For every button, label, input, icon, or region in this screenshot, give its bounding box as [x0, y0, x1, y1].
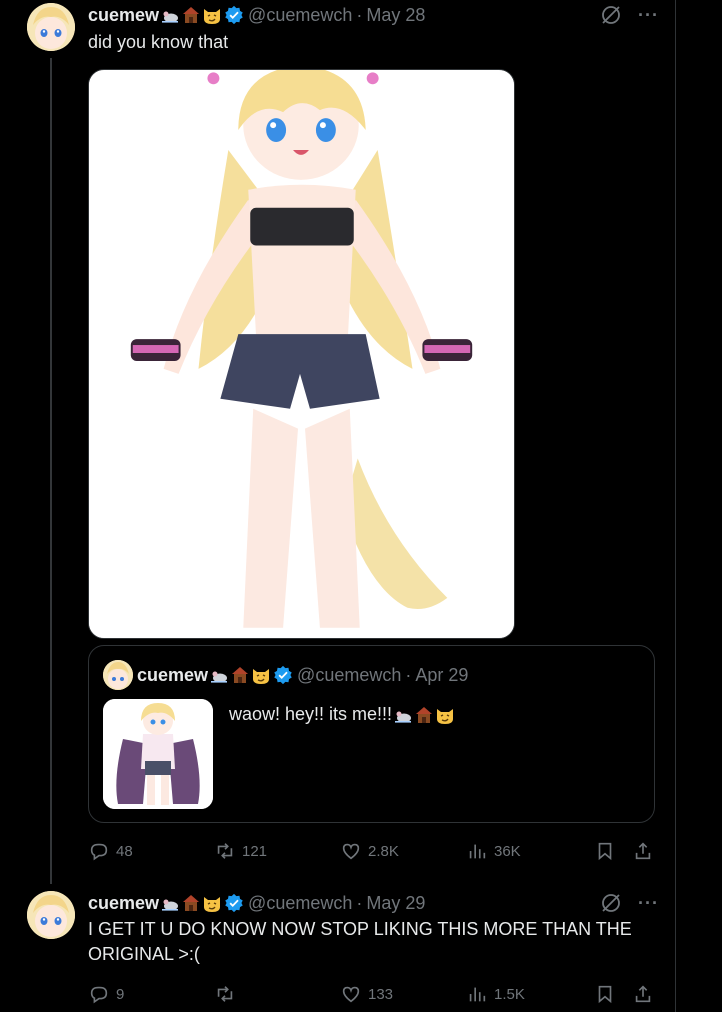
- handle[interactable]: @cuemewch: [248, 893, 352, 914]
- tweet-action-bar: 48 121 2.8K 36K: [88, 838, 658, 864]
- display-name[interactable]: cuemew: [88, 893, 159, 914]
- repost-icon: [217, 843, 233, 859]
- tweet-text: did you know that: [88, 32, 229, 52]
- tweet-top-actions: ···: [600, 892, 659, 914]
- tweet-action-bar: 9 133 1.5K: [88, 981, 658, 1007]
- house-emoji-icon: [181, 893, 201, 913]
- like-button[interactable]: 133: [340, 981, 393, 1007]
- tweet-date[interactable]: May 29: [366, 893, 425, 914]
- views-chart-icon: [469, 844, 486, 859]
- repost-button[interactable]: [214, 981, 242, 1007]
- repost-button[interactable]: 121: [214, 838, 267, 864]
- house-emoji-icon: [414, 705, 434, 725]
- smirk-cat-emoji-icon: [435, 705, 455, 725]
- more-options-icon[interactable]: ···: [638, 5, 659, 26]
- grok-icon[interactable]: [600, 892, 622, 914]
- reply-icon: [90, 843, 108, 861]
- quoted-display-name: cuemew: [137, 664, 209, 685]
- tweet-date[interactable]: May 28: [366, 5, 425, 26]
- verified-badge-icon: [224, 5, 244, 25]
- reply-button[interactable]: 9: [88, 981, 124, 1007]
- heart-icon: [342, 986, 360, 1003]
- quoted-media-thumbnail[interactable]: [103, 699, 213, 809]
- handle[interactable]: @cuemewch: [248, 5, 352, 26]
- verified-badge-icon: [224, 893, 244, 913]
- tweet-header: cuemew @cuemewch · May 29: [88, 890, 425, 916]
- bookmark-icon: [598, 842, 612, 861]
- repost-icon: [217, 986, 233, 1002]
- grok-icon[interactable]: [600, 4, 622, 26]
- smirk-cat-emoji-icon: [202, 5, 222, 25]
- reply-button[interactable]: 48: [88, 838, 133, 864]
- like-count: 133: [368, 985, 394, 1003]
- avatar[interactable]: [27, 3, 75, 51]
- tweet-top-actions: ···: [600, 4, 659, 26]
- heart-icon: [342, 843, 360, 860]
- mouse-emoji-icon: [209, 665, 229, 685]
- separator-dot: ·: [405, 664, 412, 685]
- smirk-cat-emoji-icon: [202, 893, 222, 913]
- bookmark-button[interactable]: [594, 981, 616, 1007]
- separator-dot: ·: [356, 4, 363, 25]
- tweet-text: I GET IT U DO KNOW NOW STOP LIKING THIS …: [88, 919, 632, 964]
- separator-dot: ·: [356, 892, 363, 913]
- quoted-tweet-text: waow! hey!! its me!!!: [229, 704, 393, 724]
- repost-count: 121: [242, 842, 268, 860]
- views-count: 1.5K: [494, 985, 525, 1003]
- mouse-emoji-icon: [393, 705, 413, 725]
- views-button[interactable]: 36K: [466, 838, 521, 864]
- views-count: 36K: [494, 842, 521, 860]
- views-chart-icon: [469, 987, 486, 1002]
- verified-badge-icon: [273, 665, 293, 685]
- share-icon: [635, 985, 651, 1003]
- reply-count: 9: [116, 985, 125, 1003]
- reply-count: 48: [116, 842, 133, 860]
- share-button[interactable]: [632, 838, 654, 864]
- quoted-text-row: waow! hey!! its me!!!: [229, 702, 455, 727]
- mouse-emoji-icon: [160, 893, 180, 913]
- share-icon: [635, 842, 651, 860]
- like-button[interactable]: 2.8K: [340, 838, 399, 864]
- bookmark-icon: [598, 985, 612, 1004]
- quoted-tweet[interactable]: cuemew @cuemewch · Apr 29 waow! hey!! it…: [88, 645, 655, 823]
- tweet-media-image[interactable]: [88, 69, 515, 639]
- quoted-date: Apr 29: [415, 664, 469, 685]
- like-count: 2.8K: [368, 842, 399, 860]
- tweet-header: cuemew @cuemewch · May 28: [88, 2, 425, 28]
- share-button[interactable]: [632, 981, 654, 1007]
- avatar[interactable]: [27, 891, 75, 939]
- timeline: cuemew @cuemewch · May 28 ··· did you kn…: [0, 0, 676, 1012]
- more-options-icon[interactable]: ···: [638, 893, 659, 914]
- quoted-tweet-header: cuemew @cuemewch · Apr 29: [137, 662, 468, 688]
- house-emoji-icon: [230, 665, 250, 685]
- bookmark-button[interactable]: [594, 838, 616, 864]
- mouse-emoji-icon: [160, 5, 180, 25]
- views-button[interactable]: 1.5K: [466, 981, 525, 1007]
- thread-connector: [50, 58, 52, 884]
- house-emoji-icon: [181, 5, 201, 25]
- quoted-handle: @cuemewch: [297, 664, 402, 685]
- quoted-avatar: [103, 660, 133, 690]
- reply-icon: [90, 986, 108, 1004]
- display-name[interactable]: cuemew: [88, 5, 159, 26]
- smirk-cat-emoji-icon: [251, 665, 271, 685]
